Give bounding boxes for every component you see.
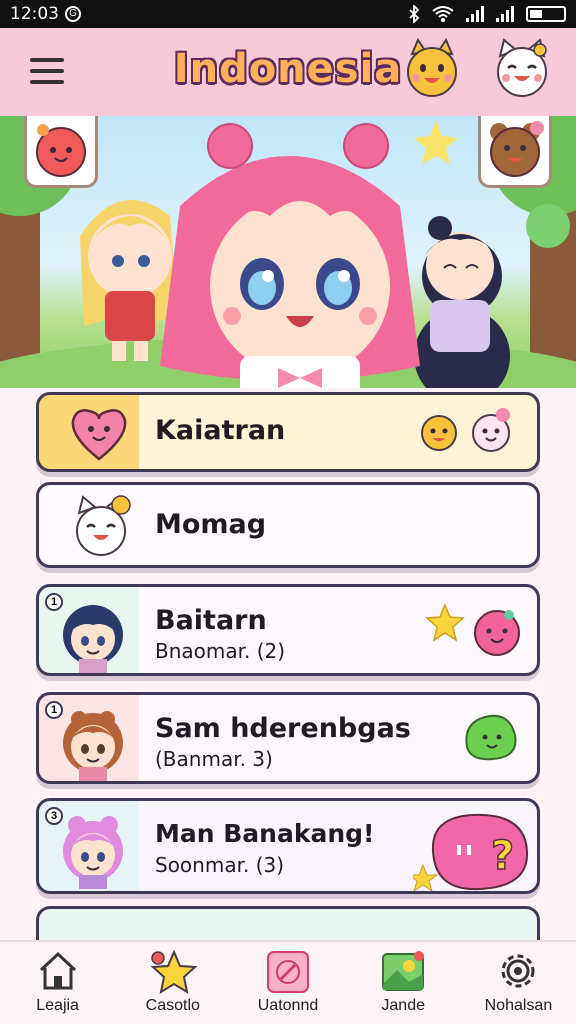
- nav-label: Casotlo: [145, 997, 200, 1014]
- star-icon: [150, 949, 198, 995]
- pink-heart-icon: [71, 409, 127, 461]
- avatar: [63, 605, 123, 673]
- white-cat-mascot-icon[interactable]: [490, 36, 554, 100]
- white-cat-icon: [76, 495, 131, 556]
- status-bar: 12:03 G: [0, 0, 576, 28]
- pink-bunny-icon: [472, 408, 510, 452]
- list-item-subtitle: Bnaomar. (2): [155, 639, 286, 663]
- nav-item-home[interactable]: Leajia: [0, 942, 115, 1024]
- pink-blob-icon: [474, 610, 520, 656]
- app-header: Indonesia: [0, 28, 576, 116]
- yellow-mascot-icon[interactable]: [400, 36, 464, 100]
- nav-label: Leajia: [36, 997, 79, 1014]
- home-icon: [39, 951, 76, 990]
- nav-item-star[interactable]: Casotlo: [115, 942, 230, 1024]
- list-item-title: Man Banakang!: [155, 819, 375, 848]
- red-blob-icon: [36, 124, 86, 177]
- nav-item-photo[interactable]: Jande: [346, 942, 461, 1024]
- nav-label: Nohalsan: [484, 997, 553, 1014]
- list-item[interactable]: Momag: [36, 482, 540, 568]
- compass-icon: [267, 951, 309, 993]
- battery-icon: [526, 6, 566, 22]
- list-item-subtitle: Soonmar. (3): [155, 853, 285, 877]
- nav-item-settings[interactable]: Nohalsan: [461, 942, 576, 1024]
- notification-icon: G: [65, 6, 81, 22]
- yellow-mascot-icon: [421, 415, 457, 451]
- nav-label: Uatonnd: [257, 997, 319, 1014]
- list-item[interactable]: 3 Man Banakang! Soonmar. (3) ?: [36, 798, 540, 894]
- list-item[interactable]: 1 Baitarn Bnaomar. (2): [36, 584, 540, 676]
- list-item[interactable]: Kaiatran: [36, 392, 540, 472]
- list-item-title: Baitarn: [155, 605, 267, 636]
- list-item[interactable]: 1 Sam hderenbgas (Banmar. 3): [36, 692, 540, 784]
- svg-text:?: ?: [491, 833, 514, 879]
- avatar: [63, 816, 123, 889]
- settings-icon: [501, 954, 535, 988]
- star-icon: [425, 603, 465, 642]
- avatar: [63, 711, 123, 781]
- signal-icon: [466, 6, 484, 22]
- bluetooth-icon: [409, 5, 420, 23]
- help-bubble-icon: ?: [413, 813, 529, 891]
- nav-item-compass[interactable]: Uatonnd: [230, 942, 345, 1024]
- signal-icon-2: [496, 6, 514, 22]
- status-icons: [408, 5, 566, 23]
- photo-icon: [382, 951, 425, 991]
- list-item-title: Kaiatran: [155, 415, 286, 446]
- bottom-nav: Leajia Casotlo Uatonnd Jande Nohalsan: [0, 940, 576, 1024]
- list-item-title: Sam hderenbgas: [155, 713, 411, 744]
- bear-icon: [490, 121, 544, 177]
- nav-label: Jande: [381, 997, 425, 1014]
- list-item-subtitle: (Banmar. 3): [155, 747, 273, 771]
- status-time: 12:03: [10, 4, 59, 24]
- green-blob-icon: [465, 714, 517, 761]
- corner-card-left[interactable]: [24, 116, 98, 188]
- wifi-icon: [432, 6, 454, 22]
- hero-banner: [0, 116, 576, 388]
- corner-card-right[interactable]: [478, 116, 552, 188]
- list-item-title: Momag: [155, 509, 267, 540]
